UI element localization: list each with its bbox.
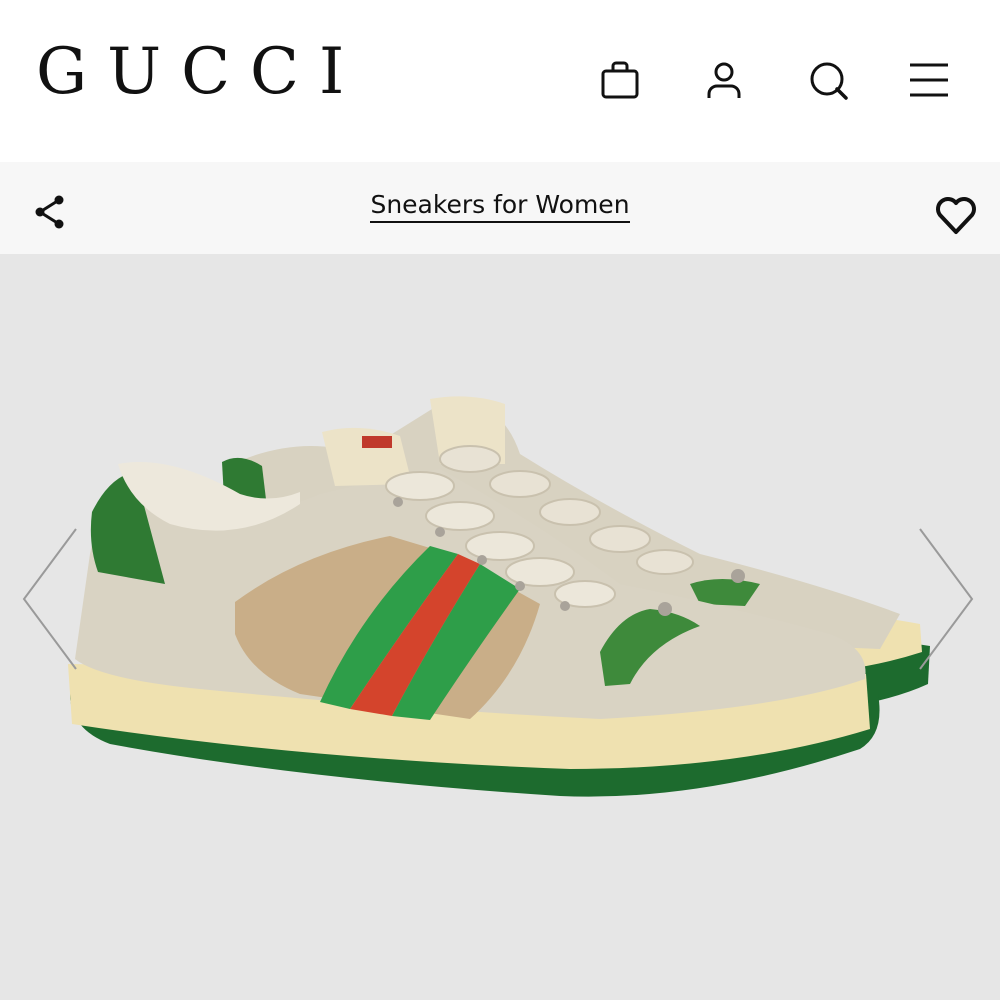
heart-icon[interactable] bbox=[934, 194, 978, 238]
sneaker-image bbox=[68, 396, 930, 797]
top-header: GUCCI bbox=[0, 0, 1000, 160]
category-bar: Sneakers for Women bbox=[0, 162, 1000, 254]
menu-icon[interactable] bbox=[906, 58, 950, 102]
brand-logo[interactable]: GUCCI bbox=[36, 40, 364, 104]
category-breadcrumb: Sneakers for Women bbox=[0, 190, 1000, 223]
chevron-left-icon[interactable] bbox=[18, 524, 78, 674]
category-link[interactable]: Sneakers for Women bbox=[370, 190, 630, 223]
chevron-right-icon[interactable] bbox=[918, 524, 978, 674]
product-gallery[interactable] bbox=[0, 254, 1000, 1000]
account-icon[interactable] bbox=[702, 58, 746, 102]
product-page: GUCCI Sneakers for Women bbox=[0, 0, 1000, 1000]
search-icon[interactable] bbox=[806, 58, 850, 102]
shopping-bag-icon[interactable] bbox=[598, 58, 642, 102]
